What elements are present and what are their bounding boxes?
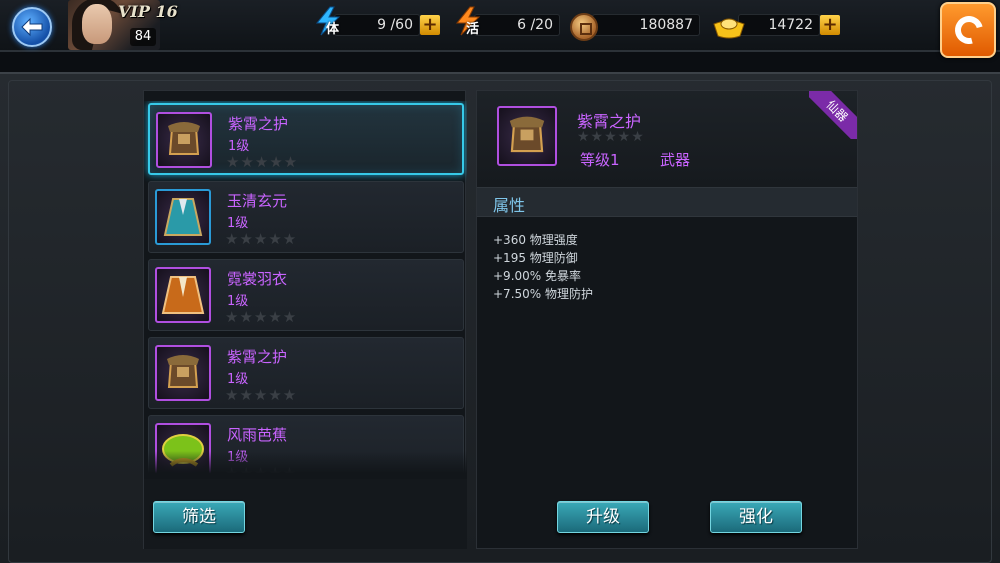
- gold-ingot-icon: [712, 14, 746, 40]
- logo-icon: [949, 10, 989, 50]
- item-stars: ★★★★★: [225, 230, 298, 248]
- attribute-line: +360 物理强度: [493, 233, 578, 247]
- list-item[interactable]: 紫霄之护 1级 ★★★★★: [148, 337, 464, 409]
- feather-robe-item-icon: [155, 267, 211, 323]
- armor-item-icon: [155, 345, 211, 401]
- rarity-label: 仙器: [809, 91, 857, 139]
- item-stars: ★★★★★: [225, 386, 298, 404]
- top-bar: VIP 16 84 9 /60 体 + 6 /20 活 180887 14722…: [0, 0, 1000, 58]
- stamina-tag: 体: [326, 22, 340, 37]
- detail-type: 武器: [660, 151, 691, 169]
- back-arrow-icon: [21, 17, 43, 37]
- list-item[interactable]: 紫霄之护 1级 ★★★★★: [148, 103, 464, 175]
- detail-stars: ★★★★★: [577, 129, 645, 145]
- back-button[interactable]: [12, 7, 52, 47]
- item-name: 风雨芭蕉: [227, 426, 288, 444]
- list-item[interactable]: 玉清玄元 1级 ★★★★★: [148, 181, 464, 253]
- equipment-list-panel: 紫霄之护 1级 ★★★★★ 玉清玄元 1级 ★★★★★ 霓裳羽衣 1级 ★★★★…: [143, 90, 467, 549]
- energy-resource: 6 /20 活: [452, 6, 582, 38]
- attribute-header: 属性: [477, 187, 857, 217]
- stamina-resource: 9 /60 体 +: [312, 6, 442, 38]
- energy-bolt-icon: 活: [452, 6, 484, 37]
- stamina-bolt-icon: 体: [312, 6, 344, 37]
- vip-label: VIP 16: [118, 2, 178, 21]
- item-name: 紫霄之护: [227, 348, 288, 366]
- item-stars: ★★★★★: [226, 153, 299, 171]
- menu-logo-button[interactable]: [940, 2, 996, 58]
- stamina-value: 9 /60: [334, 14, 420, 36]
- item-name: 霓裳羽衣: [227, 270, 288, 288]
- armor-detail-icon: [497, 106, 557, 166]
- copper-resource: 180887: [570, 12, 702, 41]
- copper-coin-icon: [570, 13, 598, 41]
- attribute-title: 属性: [493, 196, 526, 215]
- item-level: 1级: [227, 216, 249, 231]
- item-level: 1级: [228, 139, 250, 154]
- item-level: 1级: [227, 372, 249, 387]
- robe-item-icon: [155, 189, 211, 245]
- energy-value: 6 /20: [474, 14, 560, 36]
- attribute-list: +360 物理强度 +195 物理防御 +9.00% 免暴率 +7.50% 物理…: [493, 231, 593, 303]
- player-level: 84: [130, 28, 156, 46]
- add-gold-button[interactable]: +: [820, 15, 840, 35]
- list-item[interactable]: 霓裳羽衣 1级 ★★★★★: [148, 259, 464, 331]
- item-stars: ★★★★★: [225, 308, 298, 326]
- item-name: 玉清玄元: [227, 192, 288, 210]
- gold-resource: 14722 +: [712, 12, 842, 40]
- enhance-button[interactable]: 强化: [710, 501, 802, 533]
- gold-value: 14722: [738, 14, 820, 36]
- upgrade-button[interactable]: 升级: [557, 501, 649, 533]
- attribute-line: +7.50% 物理防护: [493, 287, 593, 301]
- detail-header: 紫霄之护 ★★★★★ 等级1 武器 仙器: [477, 91, 857, 187]
- armor-item-icon: [156, 112, 212, 168]
- energy-tag: 活: [466, 22, 480, 37]
- item-level: 1级: [227, 294, 249, 309]
- rarity-ribbon: 仙器: [809, 91, 857, 139]
- item-name: 紫霄之护: [228, 115, 289, 133]
- attribute-line: +195 物理防御: [493, 251, 578, 265]
- copper-value: 180887: [592, 14, 700, 36]
- equipment-detail-panel: 紫霄之护 ★★★★★ 等级1 武器 仙器 属性 +360 物理强度 +195 物…: [476, 90, 858, 549]
- add-stamina-button[interactable]: +: [420, 15, 440, 35]
- filter-button[interactable]: 筛选: [153, 501, 245, 533]
- attribute-line: +9.00% 免暴率: [493, 269, 581, 283]
- detail-grade: 等级1: [580, 151, 620, 169]
